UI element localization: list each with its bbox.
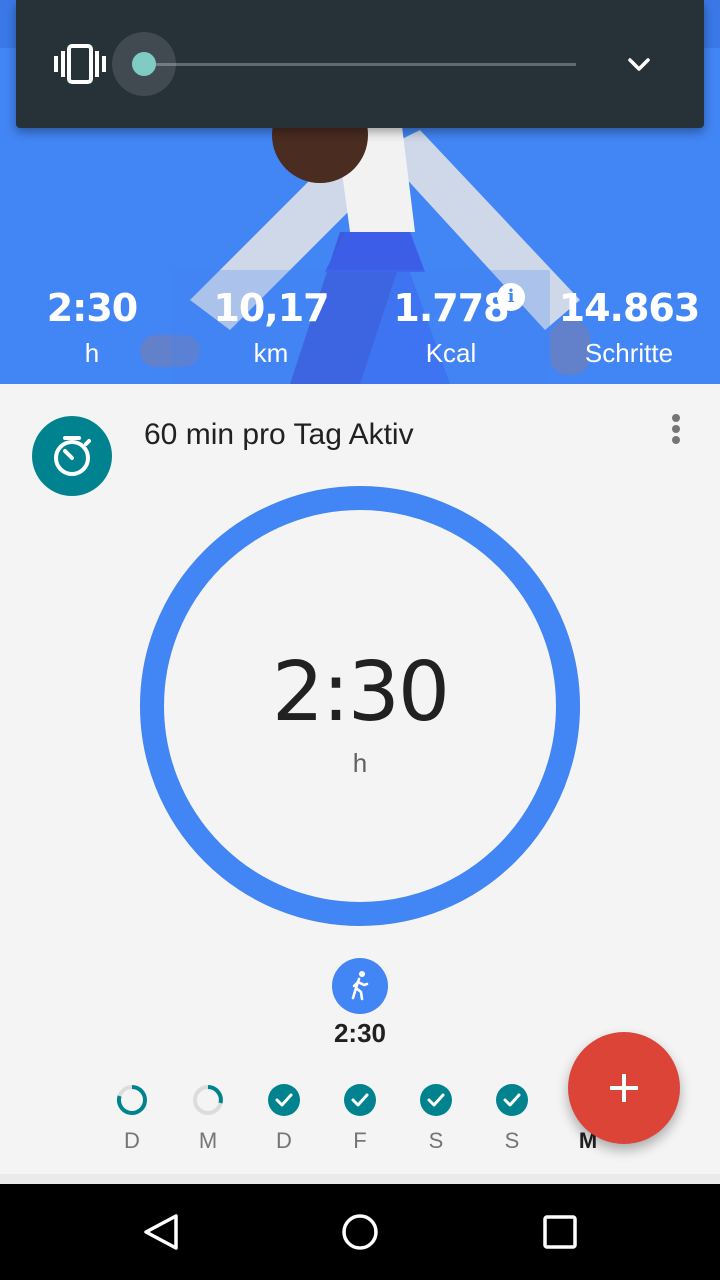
recents-icon[interactable] xyxy=(536,1208,584,1256)
day-label: F xyxy=(353,1128,367,1153)
goal-value: 2:30 xyxy=(271,645,450,740)
stat-unit: km xyxy=(253,338,289,368)
day-label: D xyxy=(124,1128,140,1153)
check-circle-icon xyxy=(268,1084,300,1116)
day-label: D xyxy=(276,1128,292,1153)
day-progress-icon xyxy=(117,1085,147,1115)
day-item[interactable]: S xyxy=(398,1080,474,1160)
walking-icon xyxy=(332,958,388,1014)
volume-panel xyxy=(16,0,704,128)
add-activity-button[interactable] xyxy=(568,1032,680,1144)
more-vert-icon[interactable] xyxy=(660,410,692,450)
day-item[interactable]: S xyxy=(474,1080,550,1160)
check-circle-icon xyxy=(344,1084,376,1116)
system-nav-bar xyxy=(0,1184,720,1280)
stat-unit: Kcal xyxy=(425,338,477,368)
plus-icon xyxy=(610,1074,638,1102)
day-label: S xyxy=(428,1128,444,1153)
volume-slider-thumb[interactable] xyxy=(132,52,156,76)
volume-slider-track[interactable] xyxy=(144,63,576,66)
stat-distance[interactable]: 10,17 km xyxy=(181,280,361,370)
home-icon[interactable] xyxy=(336,1208,384,1256)
week-progress: D M D F S S M xyxy=(94,1080,626,1160)
stat-value: 2:30 xyxy=(46,286,139,330)
stat-active-time[interactable]: 2:30 h xyxy=(2,280,182,370)
day-item[interactable]: F xyxy=(322,1080,398,1160)
chevron-down-icon[interactable] xyxy=(624,50,654,80)
day-item[interactable]: D xyxy=(246,1080,322,1160)
vibrate-icon[interactable] xyxy=(54,44,106,84)
day-label: S xyxy=(504,1128,520,1153)
stat-unit: h xyxy=(84,338,100,368)
goal-unit: h xyxy=(352,748,368,778)
back-icon[interactable] xyxy=(136,1208,184,1256)
info-icon[interactable]: i xyxy=(497,283,525,311)
day-label: M xyxy=(198,1128,218,1153)
day-item[interactable]: M xyxy=(170,1080,246,1160)
goal-title: 60 min pro Tag Aktiv xyxy=(144,418,414,451)
card-divider xyxy=(0,1174,720,1184)
activity-duration: 2:30 xyxy=(333,1018,387,1048)
check-circle-icon xyxy=(496,1084,528,1116)
stat-value: 14.863 xyxy=(558,286,701,330)
day-progress-icon xyxy=(193,1085,223,1115)
check-circle-icon xyxy=(420,1084,452,1116)
timer-icon xyxy=(32,416,112,496)
daily-stats: 2:30 h 10,17 km 1.778 Kcal 14.863 Schrit… xyxy=(0,280,720,380)
day-item[interactable]: D xyxy=(94,1080,170,1160)
stat-unit: Schritte xyxy=(584,338,674,368)
stat-steps[interactable]: 14.863 Schritte xyxy=(539,280,719,370)
stat-value: 10,17 xyxy=(213,286,329,330)
